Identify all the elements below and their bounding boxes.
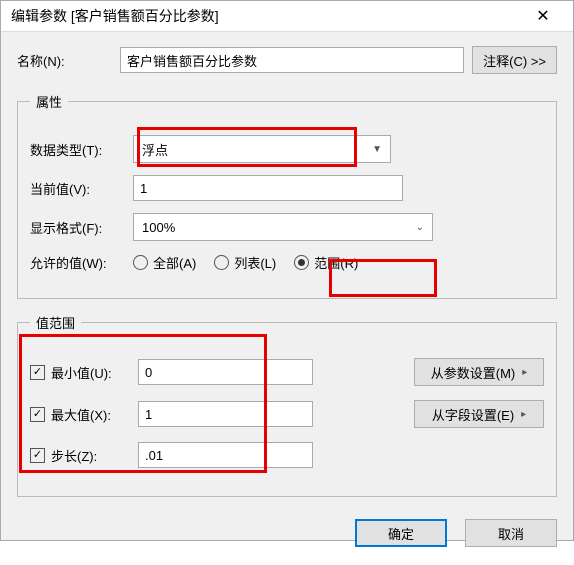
radio-all-label: 全部(A) — [153, 253, 196, 272]
chevron-right-icon: ▸ — [521, 409, 526, 420]
attributes-legend: 属性 — [30, 92, 68, 111]
title-bar: 编辑参数 [客户销售额百分比参数] ✕ — [1, 1, 573, 32]
max-label: 最大值(X): — [51, 405, 111, 424]
max-checkbox[interactable]: 最大值(X): — [30, 405, 130, 424]
min-checkbox[interactable]: 最小值(U): — [30, 363, 130, 382]
min-label: 最小值(U): — [51, 363, 112, 382]
display-format-select[interactable]: 100% ⌄ — [133, 213, 433, 241]
dropdown-icon: ⌄ — [416, 222, 424, 233]
close-button[interactable]: ✕ — [523, 1, 563, 31]
display-format-label: 显示格式(F): — [30, 218, 125, 237]
from-param-button[interactable]: 从参数设置(M)▸ — [414, 358, 544, 386]
radio-all[interactable]: 全部(A) — [133, 253, 196, 272]
name-input[interactable] — [120, 47, 464, 73]
from-field-button[interactable]: 从字段设置(E)▸ — [414, 400, 544, 428]
attributes-fieldset: 属性 数据类型(T): 浮点 ▼ 当前值(V): 显示格式(F): 100% ⌄ — [17, 92, 557, 299]
close-icon: ✕ — [536, 6, 549, 26]
radio-range[interactable]: 范围(R) — [294, 253, 358, 272]
step-input[interactable] — [138, 442, 313, 468]
name-label: 名称(N): — [17, 51, 112, 70]
display-format-value: 100% — [142, 220, 175, 235]
radio-icon — [214, 255, 229, 270]
max-input[interactable] — [138, 401, 313, 427]
current-value-label: 当前值(V): — [30, 179, 125, 198]
checkbox-icon — [30, 448, 45, 463]
radio-range-label: 范围(R) — [314, 253, 358, 272]
current-value-input[interactable] — [133, 175, 403, 201]
dialog-button-row: 确定 取消 — [1, 507, 573, 565]
datatype-label: 数据类型(T): — [30, 140, 125, 159]
min-input[interactable] — [138, 359, 313, 385]
allowable-label: 允许的值(W): — [30, 253, 125, 272]
value-range-fieldset: 值范围 最小值(U): 从参数设置(M)▸ 最大值(X): 从字段设 — [17, 313, 557, 497]
checkbox-icon — [30, 407, 45, 422]
dialog-window: 编辑参数 [客户销售额百分比参数] ✕ 名称(N): 注释(C) >> 属性 数… — [0, 0, 574, 541]
radio-icon-checked — [294, 255, 309, 270]
step-checkbox[interactable]: 步长(Z): — [30, 446, 130, 465]
allowable-radio-group: 全部(A) 列表(L) 范围(R) — [133, 253, 358, 272]
checkbox-icon — [30, 365, 45, 380]
value-range-legend: 值范围 — [30, 313, 81, 332]
step-label: 步长(Z): — [51, 446, 97, 465]
comment-button[interactable]: 注释(C) >> — [472, 46, 557, 74]
chevron-right-icon: ▸ — [522, 367, 527, 378]
datatype-select[interactable]: 浮点 ▼ — [133, 135, 391, 163]
cancel-button[interactable]: 取消 — [465, 519, 557, 547]
dialog-content: 名称(N): 注释(C) >> 属性 数据类型(T): 浮点 ▼ 当前值(V):… — [1, 32, 573, 507]
radio-icon — [133, 255, 148, 270]
ok-button[interactable]: 确定 — [355, 519, 447, 547]
dialog-title: 编辑参数 [客户销售额百分比参数] — [11, 6, 523, 26]
radio-list-label: 列表(L) — [234, 253, 276, 272]
dropdown-icon: ▼ — [372, 144, 382, 155]
datatype-value: 浮点 — [142, 140, 168, 159]
radio-list[interactable]: 列表(L) — [214, 253, 276, 272]
